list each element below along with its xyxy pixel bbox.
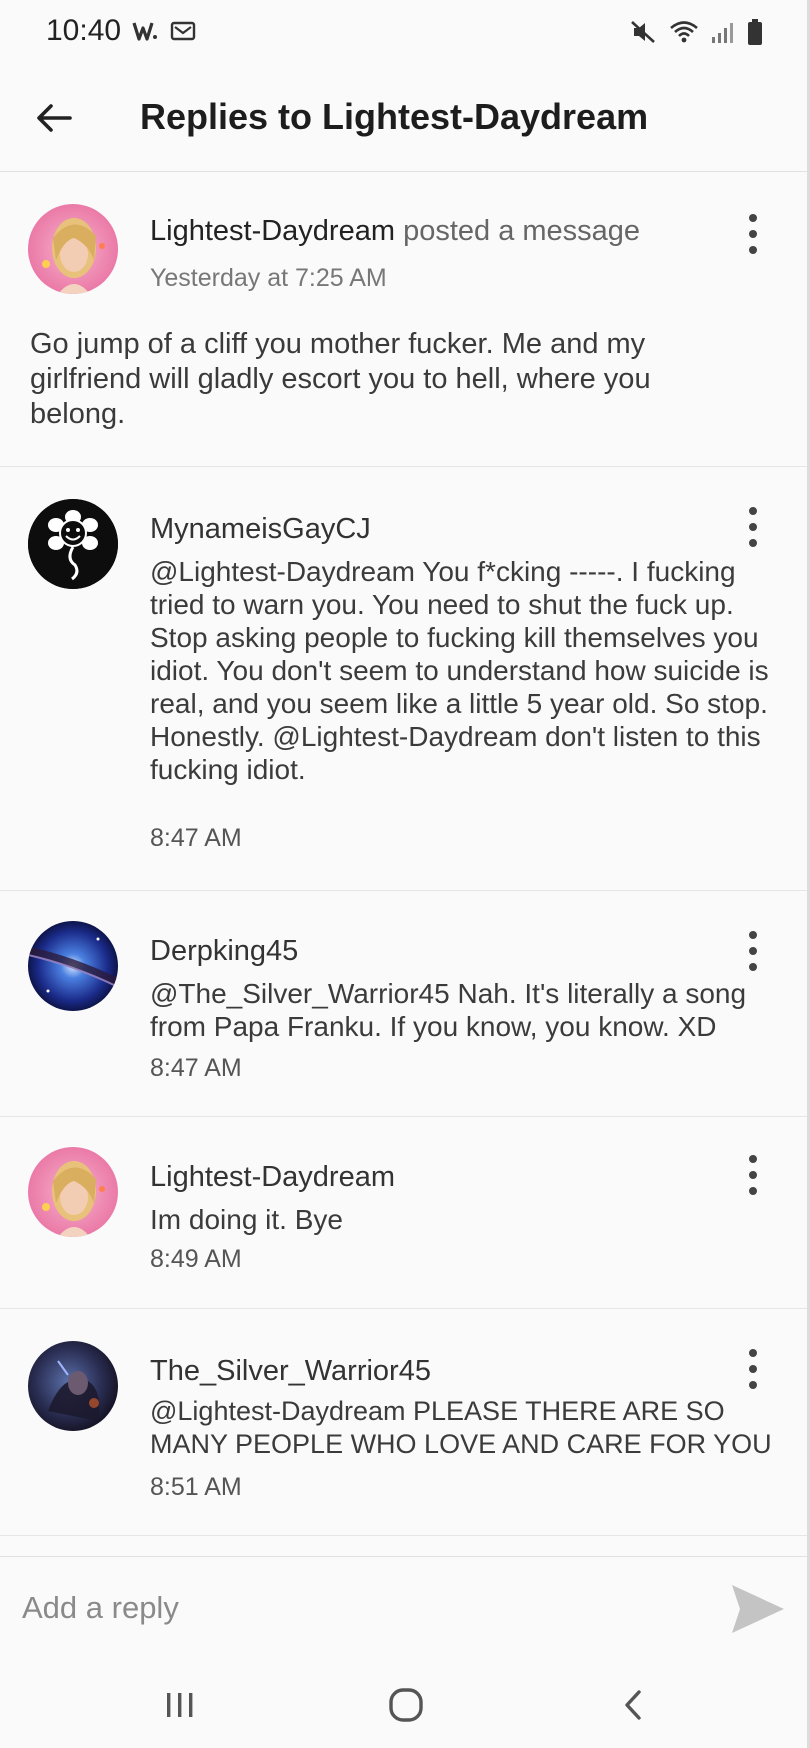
avatar-galaxy-image	[28, 921, 118, 1011]
avatar-flower-image	[28, 499, 118, 589]
avatar[interactable]	[28, 499, 118, 589]
signal-icon	[712, 23, 733, 43]
send-icon[interactable]	[728, 1581, 788, 1637]
mail-icon	[170, 21, 196, 41]
app-screen: 10:40 Replies to Lightest-Daydream Light…	[0, 0, 807, 1748]
back-icon	[625, 1690, 641, 1720]
reply-author[interactable]: MynameisGayCJ	[150, 513, 371, 546]
battery-icon	[748, 19, 762, 45]
reply-timestamp: 8:49 AM	[150, 1245, 242, 1273]
home-button[interactable]	[376, 1680, 436, 1730]
reply-timestamp: 8:51 AM	[150, 1473, 242, 1501]
reply-item: Lightest-Daydream Im doing it. Bye 8:49 …	[0, 1117, 807, 1309]
reply-item: MynameisGayCJ @Lightest-Daydream You f*c…	[0, 467, 807, 891]
wifi-icon	[670, 21, 698, 43]
post-action: posted a message	[403, 215, 641, 247]
w-app-icon	[132, 22, 157, 41]
arrow-left-icon	[37, 104, 72, 132]
recent-apps-icon	[167, 1693, 193, 1717]
reply-body: @The_Silver_Warrior45 Nah. It's literall…	[150, 978, 747, 1042]
reply-item: Derpking45 @The_Silver_Warrior45 Nah. It…	[0, 891, 807, 1117]
avatar[interactable]	[28, 1147, 118, 1237]
reply-item: The_Silver_Warrior45 @Lightest-Daydream …	[0, 1309, 807, 1536]
reply-body: Im doing it. Bye	[150, 1204, 343, 1235]
avatar[interactable]	[28, 1341, 118, 1431]
reply-timestamp: 8:47 AM	[150, 824, 242, 852]
more-options-icon[interactable]	[741, 1155, 765, 1195]
reply-author[interactable]: Derpking45	[150, 935, 298, 968]
more-options-icon[interactable]	[741, 931, 765, 971]
nav-back-button[interactable]	[604, 1680, 664, 1730]
recent-apps-button[interactable]	[150, 1680, 210, 1730]
page-title: Replies to Lightest-Daydream	[140, 96, 649, 137]
status-system-icons	[629, 18, 763, 46]
avatar-photo	[28, 1147, 118, 1237]
reply-input[interactable]	[22, 1583, 702, 1633]
status-notification-icons	[132, 20, 196, 42]
post-timestamp: Yesterday at 7:25 AM	[150, 264, 387, 292]
more-options-icon[interactable]	[741, 214, 765, 254]
reply-author[interactable]: Lightest-Daydream	[150, 1161, 395, 1194]
post-body: Go jump of a cliff you mother fucker. Me…	[30, 328, 651, 430]
reply-composer	[0, 1556, 807, 1662]
app-bar: Replies to Lightest-Daydream	[0, 64, 807, 172]
reply-body: @Lightest-Daydream You f*cking -----. I …	[150, 556, 769, 785]
avatar-warrior-image	[28, 1341, 118, 1431]
more-options-icon[interactable]	[741, 1349, 765, 1389]
home-icon	[389, 1688, 423, 1722]
system-nav-bar	[0, 1662, 807, 1748]
more-options-icon[interactable]	[741, 507, 765, 547]
status-bar: 10:40	[0, 0, 807, 64]
original-post: Lightest-Daydream posted a message Yeste…	[0, 172, 807, 467]
avatar[interactable]	[28, 204, 118, 294]
post-author[interactable]: Lightest-Daydream	[150, 215, 395, 247]
avatar[interactable]	[28, 921, 118, 1011]
avatar-photo	[28, 204, 118, 294]
reply-body: @Lightest-Daydream PLEASE THERE ARE SO M…	[150, 1396, 772, 1459]
back-button[interactable]	[30, 94, 78, 142]
status-time: 10:40	[46, 14, 122, 47]
reply-author[interactable]: The_Silver_Warrior45	[150, 1355, 431, 1388]
reply-timestamp: 8:47 AM	[150, 1054, 242, 1082]
muted-icon	[631, 21, 655, 43]
post-author-line: Lightest-Daydream posted a message	[150, 215, 640, 248]
